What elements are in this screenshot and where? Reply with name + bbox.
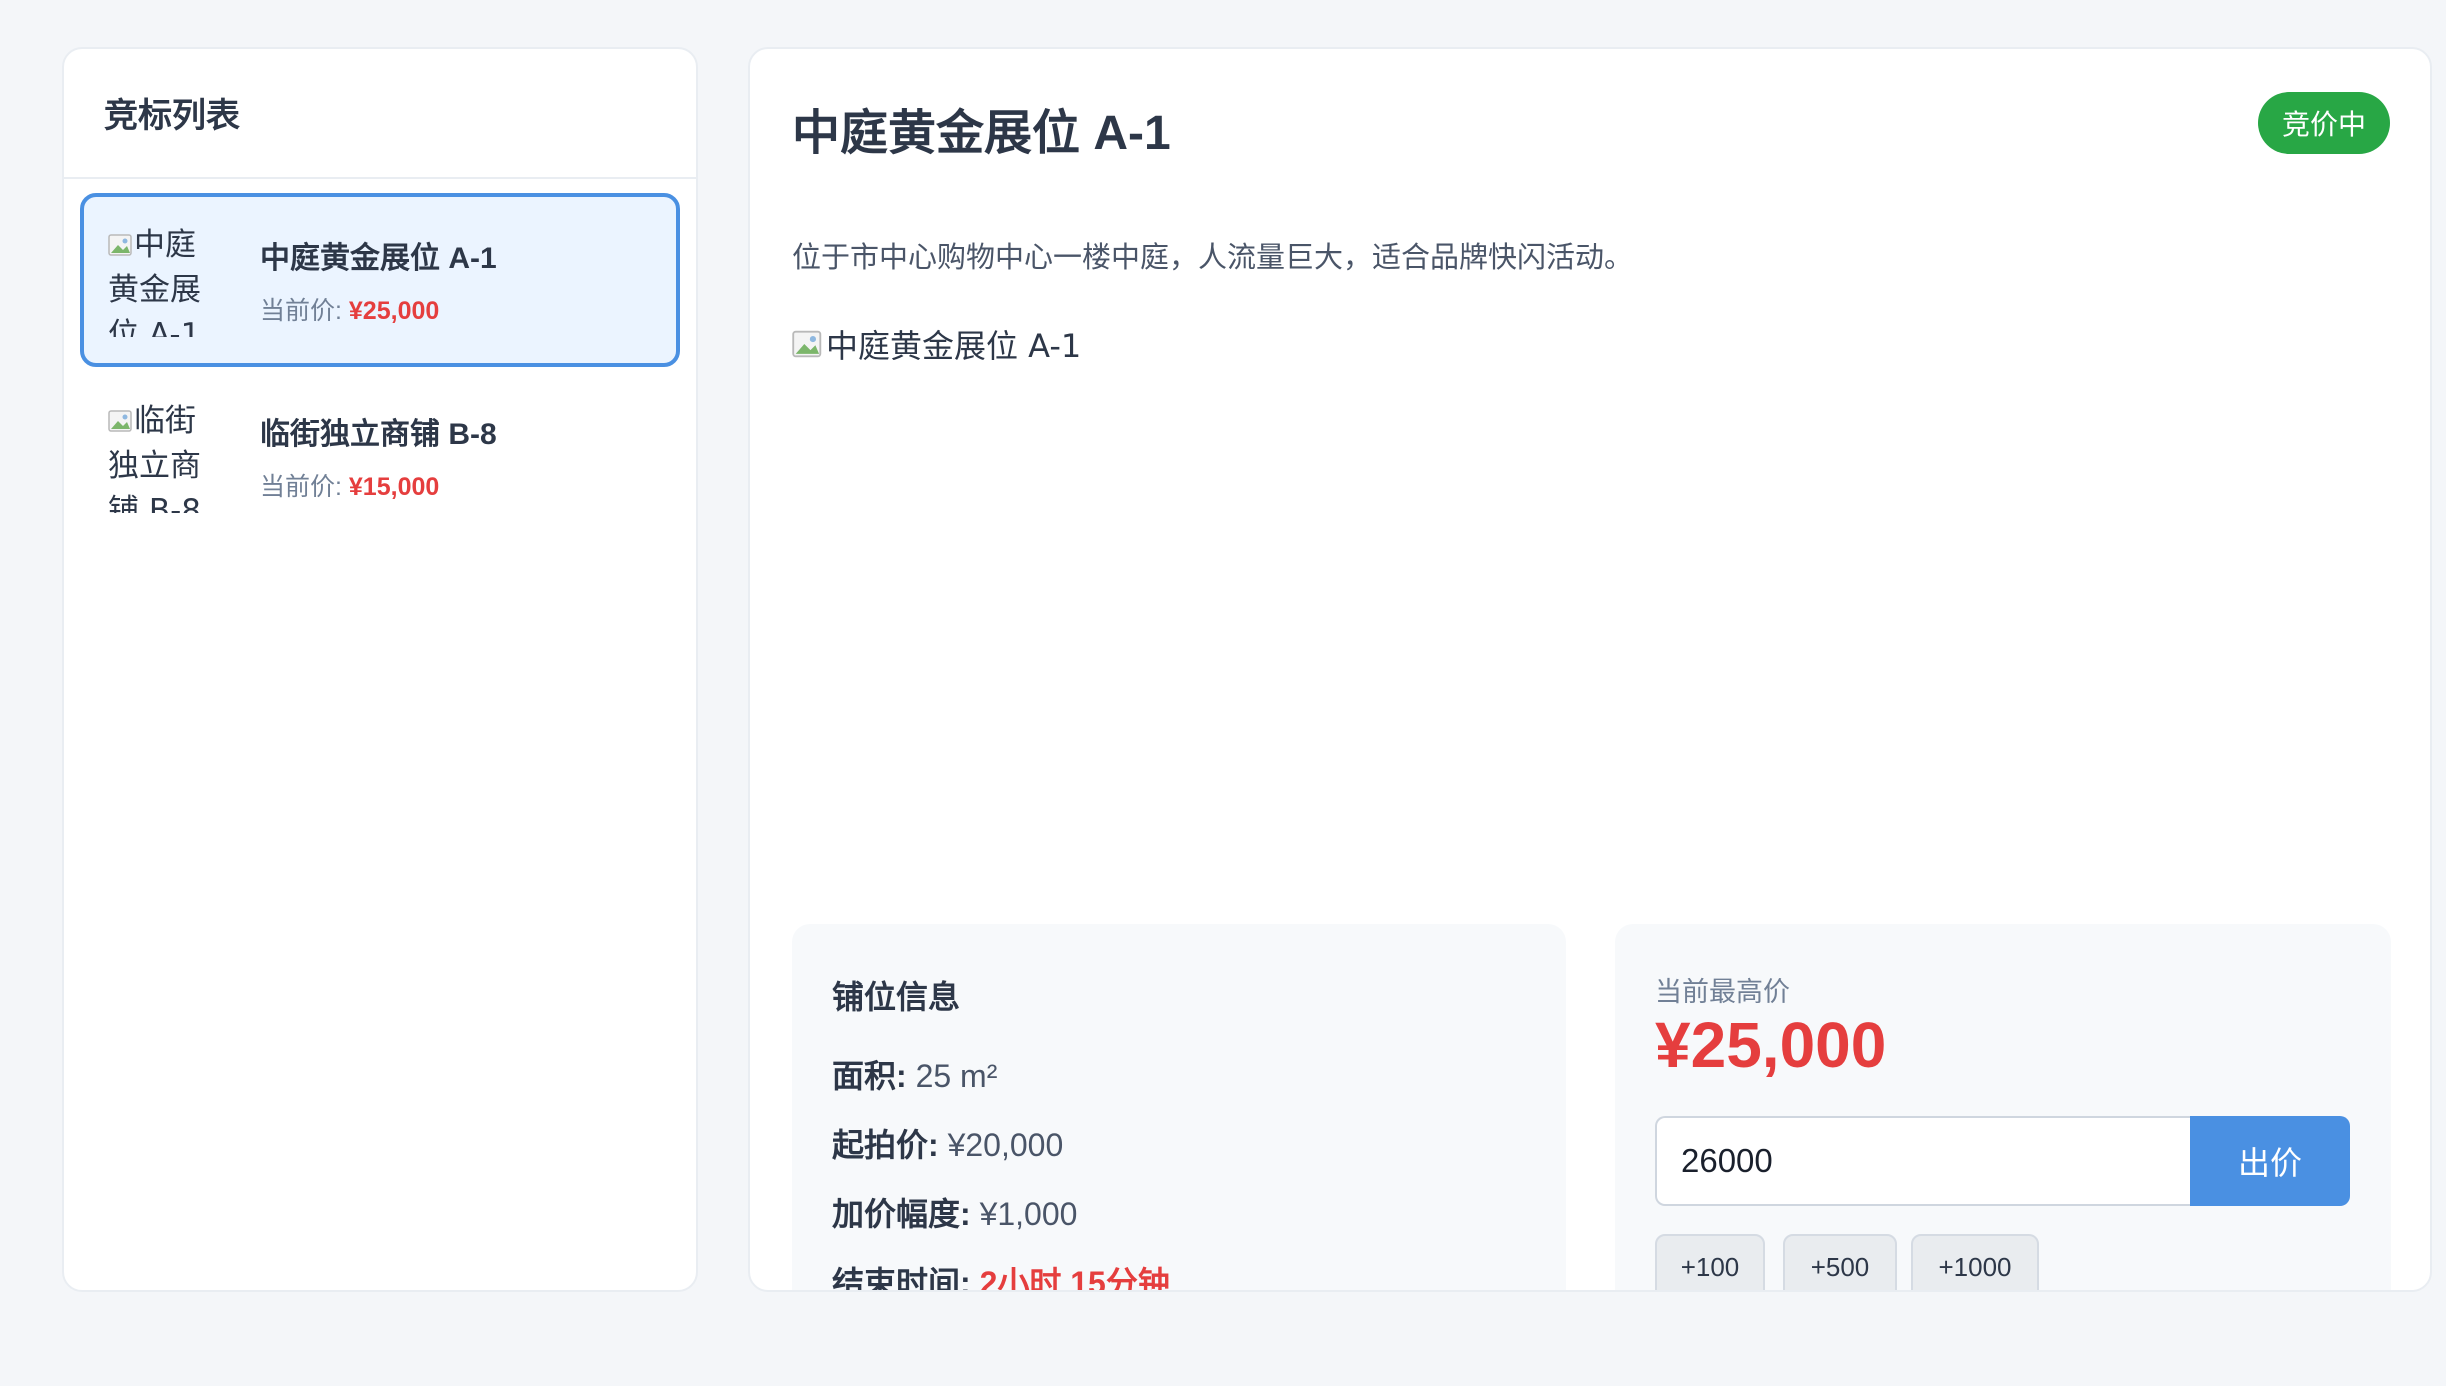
broken-image-icon	[108, 410, 132, 432]
item-description: 位于市中心购物中心一楼中庭，人流量巨大，适合品牌快闪活动。	[792, 242, 1634, 274]
bid-thumbnail: 临街独立商铺 B-8	[108, 399, 214, 513]
bid-item-price: ¥15,000	[348, 473, 440, 501]
info-row-increment: 加价幅度: ¥1,000	[832, 1189, 1077, 1235]
sidebar-title: 竞标列表	[104, 96, 240, 135]
end-time-value: 2小时 15分钟	[970, 1265, 1170, 1292]
bid-amount-input[interactable]	[1655, 1116, 2190, 1206]
bid-thumbnail: 中庭黄金展位 A-1	[108, 223, 214, 337]
info-row-start-price: 起拍价: ¥20,000	[832, 1120, 1063, 1166]
bid-list-item[interactable]: 中庭黄金展位 A-1 中庭黄金展位 A-1 当前价: ¥25,000	[80, 193, 680, 367]
increment-label: 加价幅度:	[832, 1196, 971, 1232]
submit-bid-button[interactable]: 出价	[2190, 1116, 2350, 1206]
sidebar-header: 竞标列表	[64, 49, 696, 179]
end-time-label: 结束时间:	[832, 1265, 971, 1292]
bid-item-name: 中庭黄金展位 A-1	[260, 242, 497, 275]
bid-item-price-label: 当前价:	[260, 473, 349, 501]
quick-add-500-button[interactable]: +500	[1783, 1234, 1897, 1290]
bid-detail-panel: 中庭黄金展位 A-1 竞价中 位于市中心购物中心一楼中庭，人流量巨大，适合品牌快…	[748, 47, 2432, 1292]
bid-item-name: 临街独立商铺 B-8	[260, 418, 497, 451]
bid-list-item[interactable]: 临街独立商铺 B-8 临街独立商铺 B-8 当前价: ¥15,000	[80, 369, 680, 543]
bid-list-sidebar: 竞标列表 中庭黄金展位 A-1 中庭黄金展位 A-1 当前价: ¥25,000	[62, 47, 698, 1292]
highest-bid-value: ¥25,000	[1655, 1009, 1887, 1081]
quick-add-100-button[interactable]: +100	[1655, 1234, 1765, 1290]
item-image-alt: 中庭黄金展位 A-1	[826, 327, 1082, 365]
bid-item-price-line: 当前价: ¥15,000	[260, 467, 497, 503]
bid-item-price: ¥25,000	[348, 297, 440, 325]
page-title: 中庭黄金展位 A-1	[792, 107, 1171, 160]
info-row-area: 面积: 25 m²	[832, 1051, 997, 1097]
area-label: 面积:	[832, 1058, 907, 1094]
broken-image-icon	[792, 330, 822, 358]
item-image: 中庭黄金展位 A-1	[792, 321, 1081, 367]
shop-info-card: 铺位信息 面积: 25 m² 起拍价: ¥20,000 加价幅度: ¥1,000…	[792, 924, 1566, 1292]
start-price-label: 起拍价:	[832, 1127, 939, 1163]
broken-image-icon	[108, 234, 132, 256]
area-value: 25 m²	[906, 1058, 998, 1094]
bidding-card: 当前最高价 ¥25,000 出价 +100 +500 +1000	[1615, 924, 2391, 1290]
bid-list: 中庭黄金展位 A-1 中庭黄金展位 A-1 当前价: ¥25,000 临街独立商…	[64, 179, 696, 543]
status-badge: 竞价中	[2257, 92, 2390, 154]
quick-add-1000-button[interactable]: +1000	[1911, 1234, 2039, 1290]
bid-item-price-label: 当前价:	[260, 297, 349, 325]
increment-value: ¥1,000	[970, 1196, 1078, 1232]
shop-info-title: 铺位信息	[832, 979, 961, 1015]
bid-item-price-line: 当前价: ¥25,000	[260, 291, 497, 327]
start-price-value: ¥20,000	[938, 1127, 1064, 1163]
highest-bid-label: 当前最高价	[1655, 977, 1790, 1007]
info-row-end-time: 结束时间: 2小时 15分钟	[832, 1258, 1170, 1292]
